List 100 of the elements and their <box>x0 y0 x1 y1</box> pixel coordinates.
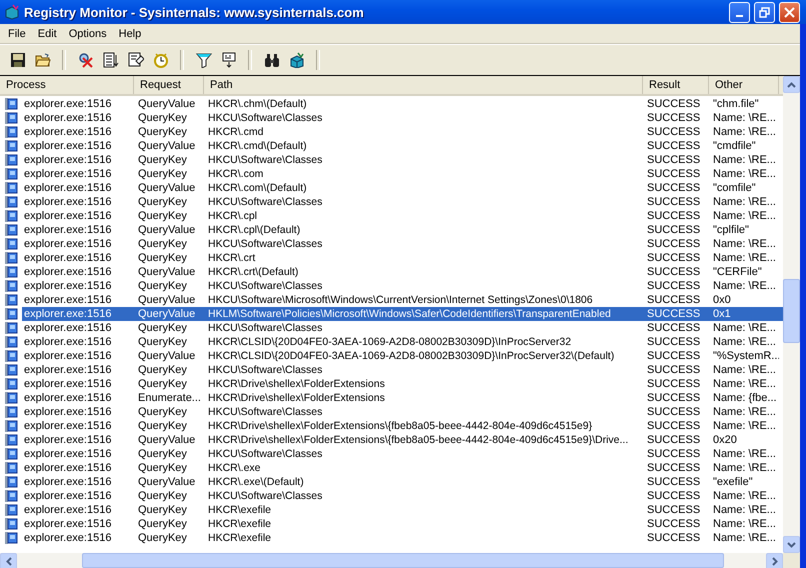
request-cell-text: QueryKey <box>137 125 188 139</box>
caret-right-icon <box>772 557 778 566</box>
result-cell-text: SUCCESS <box>646 167 702 181</box>
filter-icon[interactable] <box>196 52 212 68</box>
table-row[interactable]: explorer.exe:1516 QueryKey HKCU\Software\Classes SUCCESS Name: \RE... <box>0 321 783 335</box>
column-header[interactable]: Result <box>643 76 709 94</box>
process-cell-text: explorer.exe:1516 <box>23 363 112 377</box>
menu-item[interactable]: Edit <box>32 28 63 40</box>
scroll-down-button[interactable] <box>783 536 800 553</box>
table-row[interactable]: explorer.exe:1516 QueryKey HKCU\Software\Classes SUCCESS Name: \RE... <box>0 447 783 461</box>
scroll-right-button[interactable] <box>766 553 783 568</box>
result-cell-text: SUCCESS <box>646 503 702 517</box>
column-header[interactable]: Process <box>0 76 134 94</box>
table-row[interactable]: explorer.exe:1516 QueryKey HKCR\.crt SUCCESS Name: \RE... <box>0 251 783 265</box>
process-cell-text: explorer.exe:1516 <box>23 209 112 223</box>
eraser-icon[interactable] <box>128 52 144 68</box>
request-cell-text: Enumerate... <box>137 391 202 405</box>
table-row[interactable]: explorer.exe:1516 QueryValue HKCR\.exe\(Default) SUCCESS "exefile" <box>0 475 783 489</box>
path-cell-text: HKCU\Software\Classes <box>207 153 324 167</box>
table-row[interactable]: explorer.exe:1516 QueryKey HKCR\.com SUCCESS Name: \RE... <box>0 167 783 181</box>
restore-button[interactable] <box>754 2 775 22</box>
process-cell-text: explorer.exe:1516 <box>23 279 112 293</box>
table-row[interactable]: explorer.exe:1516 QueryValue HKCR\.cmd\(Default) SUCCESS "cmdfile" <box>0 139 783 153</box>
list-arrow-icon[interactable] <box>102 52 118 68</box>
clock-icon[interactable] <box>152 52 168 68</box>
process-cell-text: explorer.exe:1516 <box>23 321 112 335</box>
menu-item[interactable]: File <box>2 28 32 40</box>
table-row[interactable]: explorer.exe:1516 QueryKey HKCR\exefile SUCCESS Name: \RE... <box>0 531 783 545</box>
scroll-left-button[interactable] <box>0 553 17 568</box>
table-row[interactable]: explorer.exe:1516 QueryValue HKCU\Software\Microsoft\Windows\CurrentVersion\Internet Settings\Zones\0\1806 SUCCESS 0x0 <box>0 293 783 307</box>
table-row[interactable]: explorer.exe:1516 QueryKey HKCU\Software\Classes SUCCESS Name: \RE... <box>0 195 783 209</box>
result-cell-text: SUCCESS <box>646 153 702 167</box>
table-row[interactable]: explorer.exe:1516 QueryValue HKCR\.crt\(Default) SUCCESS "CERFile" <box>0 265 783 279</box>
table-row[interactable]: explorer.exe:1516 QueryKey HKCU\Software\Classes SUCCESS Name: \RE... <box>0 153 783 167</box>
other-cell-text: Name: {fbe... <box>712 391 778 405</box>
cube-icon[interactable] <box>288 52 304 68</box>
open-folder-icon[interactable] <box>34 52 50 68</box>
result-cell-text: SUCCESS <box>646 181 702 195</box>
registry-entry-icon <box>4 279 18 293</box>
table-row[interactable]: explorer.exe:1516 QueryValue HKCR\Drive\shellex\FolderExtensions\{fbeb8a05-beee-4442-804e-409d6c4515e9}\Drive... SUCCESS 0x20 <box>0 433 783 447</box>
other-cell-text: "chm.file" <box>712 97 760 111</box>
other-cell-text: "exefile" <box>712 475 754 489</box>
table-row[interactable]: explorer.exe:1516 QueryKey HKCU\Software\Classes SUCCESS Name: \RE... <box>0 489 783 503</box>
table-row[interactable]: explorer.exe:1516 QueryKey HKCU\Software\Classes SUCCESS Name: \RE... <box>0 111 783 125</box>
result-cell-text: SUCCESS <box>646 195 702 209</box>
table-row[interactable]: explorer.exe:1516 QueryKey HKCU\Software\Classes SUCCESS Name: \RE... <box>0 405 783 419</box>
table-row[interactable]: explorer.exe:1516 QueryKey HKCR\CLSID\{20D04FE0-3AEA-1069-A2D8-08002B30309D}\InProcServer32 SUCCESS Name: \RE... <box>0 335 783 349</box>
request-cell-text: QueryKey <box>137 461 188 475</box>
path-cell-text: HKCU\Software\Classes <box>207 195 324 209</box>
binoculars-icon[interactable] <box>264 52 280 68</box>
column-header[interactable]: Path <box>204 76 643 94</box>
table-row[interactable]: explorer.exe:1516 QueryKey HKCR\Drive\shellex\FolderExtensions\{fbeb8a05-beee-4442-804e-409d6c4515e9} SUCCESS Name: \RE... <box>0 419 783 433</box>
path-cell-text: HKCR\.com\(Default) <box>207 181 308 195</box>
table-row[interactable]: explorer.exe:1516 QueryKey HKCR\exefile SUCCESS Name: \RE... <box>0 517 783 531</box>
registry-entry-icon <box>4 153 18 167</box>
table-row[interactable]: explorer.exe:1516 QueryKey HKCU\Software\Classes SUCCESS Name: \RE... <box>0 237 783 251</box>
path-cell-text: HKCR\.cmd <box>207 125 264 139</box>
path-cell-text: HKCR\.exe\(Default) <box>207 475 305 489</box>
table-row[interactable]: explorer.exe:1516 QueryKey HKCR\exefile SUCCESS Name: \RE... <box>0 503 783 517</box>
table-row[interactable]: explorer.exe:1516 Enumerate... HKCR\Drive\shellex\FolderExtensions SUCCESS Name: {fbe... <box>0 391 783 405</box>
magnifier-icon[interactable] <box>78 52 94 68</box>
other-cell-text: Name: \RE... <box>712 377 777 391</box>
menu-item[interactable]: Help <box>112 28 148 40</box>
scroll-thumb[interactable] <box>82 553 724 568</box>
minimize-button[interactable] <box>729 2 750 22</box>
process-cell-text: explorer.exe:1516 <box>23 489 112 503</box>
request-cell-text: QueryKey <box>137 531 188 545</box>
path-cell-text: HKCU\Software\Classes <box>207 447 324 461</box>
result-cell-text: SUCCESS <box>646 209 702 223</box>
registry-entry-icon <box>4 391 18 405</box>
column-header[interactable]: Other <box>709 76 779 94</box>
table-row[interactable]: explorer.exe:1516 QueryKey HKCU\Software\Classes SUCCESS Name: \RE... <box>0 363 783 377</box>
other-cell-text: Name: \RE... <box>712 363 777 377</box>
table-row[interactable]: explorer.exe:1516 QueryValue HKCR\.cpl\(Default) SUCCESS "cplfile" <box>0 223 783 237</box>
caret-left-icon <box>6 557 12 566</box>
registry-entry-icon <box>4 195 18 209</box>
table-row[interactable]: explorer.exe:1516 QueryKey HKCR\.exe SUCCESS Name: \RE... <box>0 461 783 475</box>
table-row[interactable]: explorer.exe:1516 QueryKey HKCU\Software\Classes SUCCESS Name: \RE... <box>0 279 783 293</box>
menu-item[interactable]: Options <box>62 28 113 40</box>
vertical-scrollbar[interactable] <box>783 76 800 553</box>
table-row[interactable]: explorer.exe:1516 QueryKey HKCR\.cpl SUCCESS Name: \RE... <box>0 209 783 223</box>
close-button[interactable] <box>779 2 800 22</box>
scroll-thumb[interactable] <box>783 279 800 343</box>
table-row[interactable]: explorer.exe:1516 QueryKey HKCR\.cmd SUCCESS Name: \RE... <box>0 125 783 139</box>
process-cell-text: explorer.exe:1516 <box>23 419 112 433</box>
path-cell-text: HKLM\Software\Policies\Microsoft\Windows\Safer\CodeIdentifiers\TransparentEnabled <box>207 307 612 321</box>
path-cell-text: HKCR\exefile <box>207 531 272 545</box>
table-row[interactable]: explorer.exe:1516 QueryKey HKCR\Drive\shellex\FolderExtensions SUCCESS Name: \RE... <box>0 377 783 391</box>
horizontal-scrollbar[interactable] <box>0 553 783 568</box>
request-cell-text: QueryValue <box>137 265 196 279</box>
scroll-up-button[interactable] <box>783 76 800 93</box>
table-row[interactable]: explorer.exe:1516 QueryValue HKCR\.com\(Default) SUCCESS "comfile" <box>0 181 783 195</box>
other-cell-text: Name: \RE... <box>712 461 777 475</box>
request-cell-text: QueryValue <box>137 293 196 307</box>
process-cell-text: explorer.exe:1516 <box>23 307 112 321</box>
process-cell-text: explorer.exe:1516 <box>23 349 112 363</box>
result-cell-text: SUCCESS <box>646 461 702 475</box>
process-cell-text: explorer.exe:1516 <box>23 167 112 181</box>
column-header[interactable]: Request <box>134 76 204 94</box>
table-row[interactable]: explorer.exe:1516 QueryValue HKCR\.chm\(Default) SUCCESS "chm.file" <box>0 97 783 111</box>
